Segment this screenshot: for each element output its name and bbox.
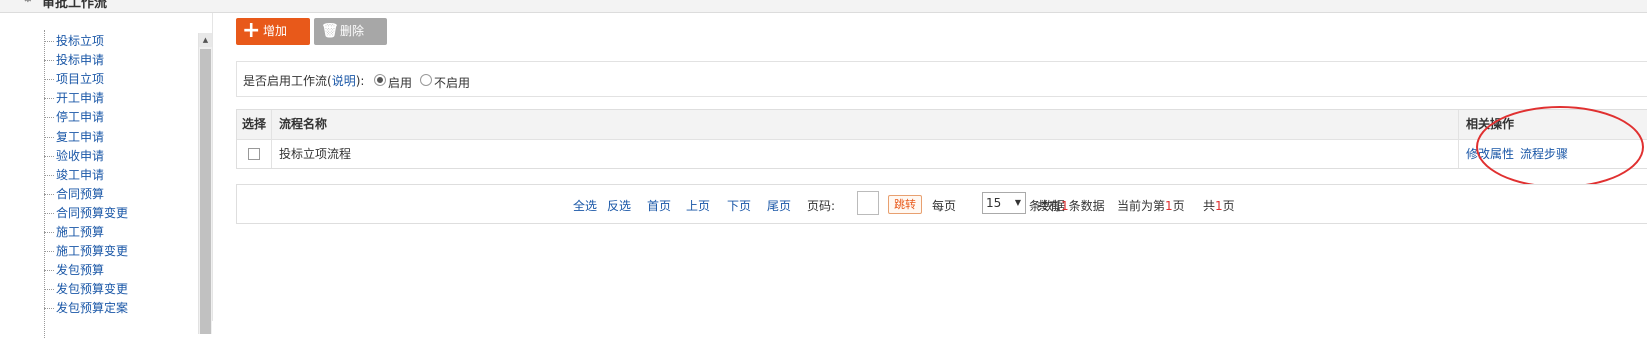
tree-branch-icon bbox=[44, 270, 54, 272]
tree-item-label[interactable]: 项目立项 bbox=[56, 72, 104, 86]
tree-branch-icon bbox=[44, 289, 54, 291]
tree-item-label[interactable]: 发包预算定案 bbox=[56, 301, 128, 315]
tree-item[interactable]: 投标立项 bbox=[44, 31, 104, 51]
tree-item-label[interactable]: 停工申请 bbox=[56, 110, 104, 124]
tree-item[interactable]: 发包预算定案 bbox=[44, 298, 128, 318]
scroll-thumb[interactable] bbox=[200, 49, 211, 334]
panel-title: 审批工作流 bbox=[42, 0, 108, 11]
tree-branch-icon bbox=[44, 155, 54, 157]
add-button[interactable]: + 增加 bbox=[236, 18, 310, 45]
tree-branch-icon bbox=[44, 41, 54, 42]
tree-branch-icon bbox=[44, 79, 54, 81]
highlight-circle bbox=[1476, 106, 1644, 188]
tree-item[interactable]: 开工申请 bbox=[44, 88, 104, 108]
next-page-link[interactable]: 下页 bbox=[727, 197, 751, 214]
trash-icon: 🗑 bbox=[321, 23, 339, 39]
per-page-select[interactable]: 15 ▼ bbox=[982, 192, 1026, 214]
tree-item[interactable]: 投标申请 bbox=[44, 50, 104, 70]
tree-item-label[interactable]: 发包预算 bbox=[56, 263, 104, 277]
first-page-link[interactable]: 首页 bbox=[647, 197, 671, 214]
go-button[interactable]: 跳转 bbox=[888, 195, 922, 214]
tree-item-label[interactable]: 验收申请 bbox=[56, 149, 104, 163]
tree-branch-icon bbox=[44, 193, 54, 195]
col-name-header: 流程名称 bbox=[279, 117, 328, 131]
tree-item-label[interactable]: 投标立项 bbox=[56, 34, 104, 48]
tree-item[interactable]: 验收申请 bbox=[44, 146, 104, 166]
tree-scrollbar[interactable]: ▲ bbox=[198, 33, 212, 334]
workflow-switch-label: 是否启用工作流(说明): bbox=[243, 74, 365, 88]
tree-item-label[interactable]: 施工预算 bbox=[56, 225, 104, 239]
tree-branch-icon bbox=[44, 136, 54, 138]
tree-branch-icon bbox=[44, 60, 54, 62]
tree-item[interactable]: 合同预算 bbox=[44, 184, 104, 204]
workflow-table: 选择 流程名称 相关操作 投标立项流程 修改属性 流程步骤 bbox=[236, 109, 1647, 169]
plus-icon: + bbox=[242, 18, 261, 43]
gear-icon: ⚙ bbox=[22, 0, 34, 5]
tree-item[interactable]: 施工预算变更 bbox=[44, 241, 128, 261]
category-tree: 投标立项投标申请项目立项开工申请停工申请复工申请验收申请竣工申请合同预算合同预算… bbox=[0, 13, 213, 338]
col-select-header: 选择 bbox=[237, 110, 272, 139]
last-page-link[interactable]: 尾页 bbox=[767, 197, 791, 214]
page-number-input[interactable] bbox=[857, 191, 879, 215]
tree-item-label[interactable]: 开工申请 bbox=[56, 91, 104, 105]
row-name: 投标立项流程 bbox=[279, 147, 352, 161]
tree-item-label[interactable]: 投标申请 bbox=[56, 53, 104, 67]
prev-page-link[interactable]: 上页 bbox=[686, 197, 710, 214]
invert-selection-link[interactable]: 反选 bbox=[607, 197, 631, 214]
workflow-switch-bar: 是否启用工作流(说明): 启用 不启用 bbox=[236, 61, 1647, 97]
tree-branch-icon bbox=[44, 212, 54, 214]
tree-item[interactable]: 施工预算 bbox=[44, 222, 104, 242]
tree-item[interactable]: 复工申请 bbox=[44, 127, 104, 147]
row-checkbox[interactable] bbox=[248, 147, 260, 160]
per-page-label: 每页 bbox=[932, 199, 957, 213]
radio-disable-label: 不启用 bbox=[434, 76, 471, 90]
tree-item[interactable]: 发包预算 bbox=[44, 260, 104, 280]
tree-branch-icon bbox=[44, 117, 54, 119]
help-link[interactable]: 说明 bbox=[332, 74, 356, 88]
tree-branch-icon bbox=[44, 232, 54, 233]
scroll-up-arrow-icon[interactable]: ▲ bbox=[199, 33, 212, 47]
tree-item[interactable]: 竣工申请 bbox=[44, 165, 104, 185]
delete-button[interactable]: 🗑 删除 bbox=[314, 18, 387, 45]
tree-item-label[interactable]: 合同预算 bbox=[56, 187, 104, 201]
radio-disable[interactable] bbox=[420, 74, 432, 86]
tree-item[interactable]: 停工申请 bbox=[44, 107, 104, 127]
tree-branch-icon bbox=[44, 308, 54, 310]
table-row: 投标立项流程 修改属性 流程步骤 bbox=[237, 140, 1647, 168]
tree-item[interactable]: 合同预算变更 bbox=[44, 203, 128, 223]
total-count-text: 共有1条数据 bbox=[1037, 199, 1105, 213]
select-all-link[interactable]: 全选 bbox=[573, 197, 597, 214]
tree-branch-icon bbox=[44, 98, 54, 100]
tree-item-label[interactable]: 发包预算变更 bbox=[56, 282, 128, 296]
page-number-label: 页码: bbox=[807, 199, 836, 213]
panel-header: ⚙ 审批工作流 bbox=[0, 0, 1647, 13]
table-header: 选择 流程名称 相关操作 bbox=[237, 110, 1647, 140]
current-page-text: 当前为第1页 bbox=[1117, 199, 1185, 213]
radio-enable[interactable] bbox=[374, 74, 386, 86]
tree-branch-icon bbox=[44, 251, 54, 253]
tree-item-label[interactable]: 合同预算变更 bbox=[56, 206, 128, 220]
tree-item[interactable]: 项目立项 bbox=[44, 69, 104, 89]
row-select-cell bbox=[237, 140, 272, 168]
tree-item-label[interactable]: 复工申请 bbox=[56, 130, 104, 144]
tree-item-label[interactable]: 竣工申请 bbox=[56, 168, 104, 182]
radio-enable-label: 启用 bbox=[388, 76, 413, 90]
pager: 全选 反选 首页 上页 下页 尾页 页码: 跳转 每页 15 ▼ 条数据 共有1条… bbox=[236, 184, 1647, 224]
tree-branch-icon bbox=[44, 174, 54, 176]
chevron-down-icon: ▼ bbox=[1014, 198, 1021, 207]
total-pages-text: 共1页 bbox=[1203, 199, 1235, 213]
tree-item[interactable]: 发包预算变更 bbox=[44, 279, 128, 299]
tree-item-label[interactable]: 施工预算变更 bbox=[56, 244, 128, 258]
